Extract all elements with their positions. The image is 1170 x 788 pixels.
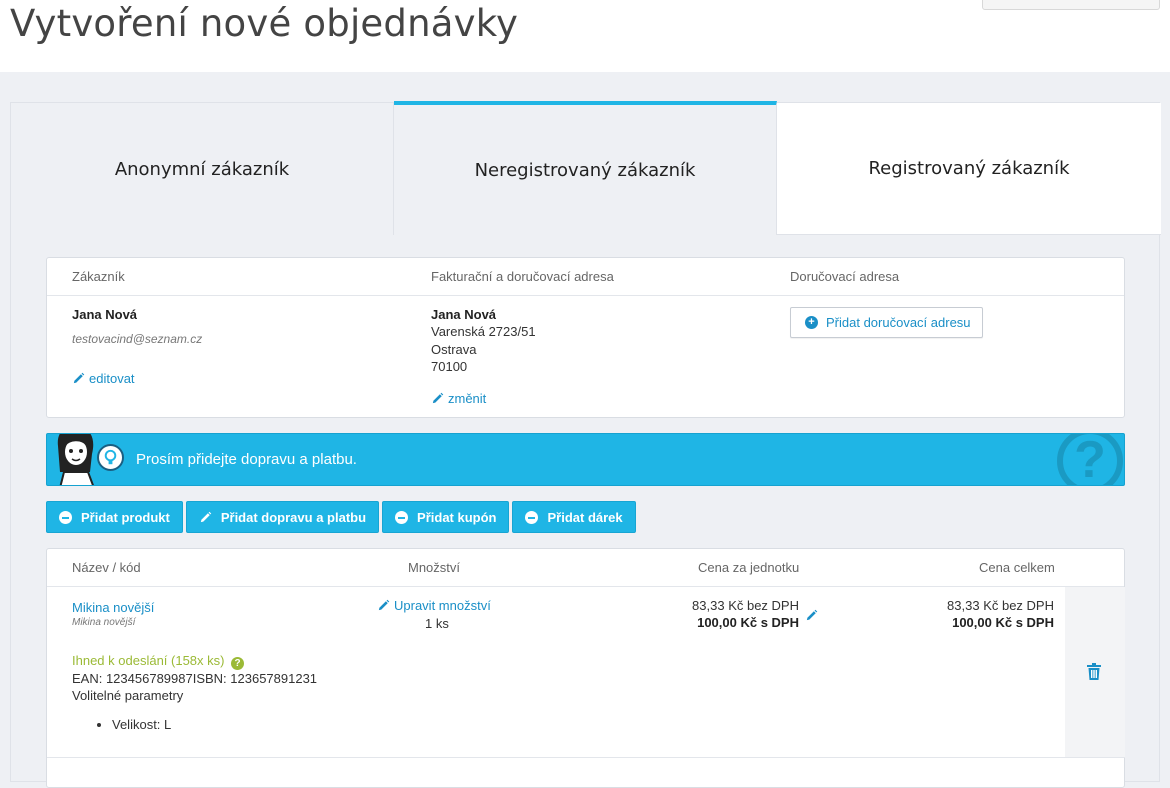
availability-status: Ihned k odeslání (158x ks) ?: [72, 653, 245, 670]
add-coupon-button[interactable]: Přidat kupón: [382, 501, 510, 533]
alert-message: Prosím přidejte dopravu a platbu.: [136, 451, 357, 468]
edit-customer-link[interactable]: editovat: [72, 371, 135, 386]
unit-price-incl-vat: 100,00 Kč s DPH: [697, 615, 799, 630]
change-address-link[interactable]: změnit: [431, 391, 486, 406]
edit-price-pencil-icon[interactable]: [805, 609, 818, 622]
add-gift-button[interactable]: Přidat dárek: [512, 501, 636, 533]
products-table: Název / kód Množství Cena za jednotku Ce…: [46, 548, 1125, 788]
product-ean: EAN: 123456789987ISBN: 123657891231: [72, 671, 318, 686]
question-mark-icon: ?: [1057, 434, 1123, 485]
header-total-price: Cena celkem: [979, 560, 1055, 575]
header-name: Název / kód: [72, 560, 141, 575]
pencil-icon: [73, 372, 85, 384]
tab-anonymous-customer[interactable]: Anonymní zákazník: [11, 103, 394, 235]
billing-street: Varenská 2723/51: [431, 324, 536, 339]
page-title: Vytvoření nové objednávky: [10, 2, 519, 45]
header-quantity: Množství: [408, 560, 461, 575]
availability-label: Ihned k odeslání (158x ks): [72, 653, 225, 668]
billing-zip: 70100: [431, 359, 468, 374]
plus-circle-icon: +: [805, 316, 818, 329]
product-param-item: Velikost: L: [112, 717, 171, 732]
page-header: Vytvoření nové objednávky: [0, 0, 1170, 72]
info-alert: Prosím přidejte dopravu a platbu. ?: [46, 433, 1125, 486]
minus-circle-icon: [525, 510, 539, 524]
billing-header: Fakturační a doručovací adresa: [431, 269, 614, 284]
unit-price-excl-vat: 83,33 Kč bez DPH: [692, 598, 799, 613]
add-delivery-address-label: Přidat doručovací adresu: [826, 315, 971, 330]
pencil-icon: [378, 599, 390, 611]
mascot-icon: [57, 434, 94, 485]
product-quantity: 1 ks: [425, 616, 449, 631]
tab-registered-customer[interactable]: Registrovaný zákazník: [777, 103, 1161, 235]
add-product-label: Přidat produkt: [81, 509, 170, 525]
change-address-label: změnit: [448, 391, 487, 406]
products-table-header: Název / kód Množství Cena za jednotku Ce…: [47, 549, 1124, 587]
header-unit-price: Cena za jednotku: [698, 560, 800, 575]
product-name-link[interactable]: Mikina novější: [72, 600, 154, 615]
optional-params-label: Volitelné parametry: [72, 688, 184, 703]
add-product-button[interactable]: Přidat produkt: [46, 501, 183, 533]
total-price-excl-vat: 83,33 Kč bez DPH: [947, 598, 1054, 613]
pencil-icon: [200, 511, 212, 522]
trash-icon[interactable]: [1087, 663, 1101, 680]
minus-circle-icon: [395, 510, 409, 524]
billing-city: Ostrava: [431, 342, 477, 357]
add-shipping-payment-button[interactable]: Přidat dopravu a platbu: [185, 501, 380, 533]
edit-quantity-link[interactable]: Upravit množství: [377, 598, 491, 613]
billing-name: Jana Nová: [431, 307, 497, 322]
total-price-incl-vat: 100,00 Kč s DPH: [952, 615, 1054, 630]
minus-circle-icon: [59, 510, 72, 524]
edit-quantity-label: Upravit množství: [394, 598, 491, 613]
pencil-icon: [432, 392, 444, 404]
customer-panel-header: Zákazník Fakturační a doručovací adresa …: [47, 258, 1124, 296]
top-right-control[interactable]: [982, 0, 1160, 10]
lightbulb-icon: [97, 444, 124, 471]
customer-header: Zákazník: [72, 269, 125, 284]
add-delivery-address-button[interactable]: + Přidat doručovací adresu: [790, 307, 983, 338]
customer-panel: Zákazník Fakturační a doručovací adresa …: [46, 257, 1125, 418]
customer-name: Jana Nová: [72, 307, 138, 322]
help-icon[interactable]: ?: [231, 657, 245, 670]
edit-customer-label: editovat: [89, 371, 135, 386]
customer-email: testovacind@seznam.cz: [72, 332, 203, 346]
tab-unregistered-customer[interactable]: Neregistrovaný zákazník: [394, 101, 777, 235]
add-gift-label: Přidat dárek: [547, 509, 623, 525]
action-buttons: Přidat produkt Přidat dopravu a platbu P…: [46, 501, 636, 533]
row-divider: [47, 757, 1125, 758]
add-coupon-label: Přidat kupón: [417, 509, 497, 525]
product-code: Mikina novější: [72, 617, 136, 628]
delivery-header: Doručovací adresa: [790, 269, 900, 284]
product-params-list: Velikost: L: [97, 717, 171, 732]
add-shipping-payment-label: Přidat dopravu a platbu: [220, 509, 367, 525]
